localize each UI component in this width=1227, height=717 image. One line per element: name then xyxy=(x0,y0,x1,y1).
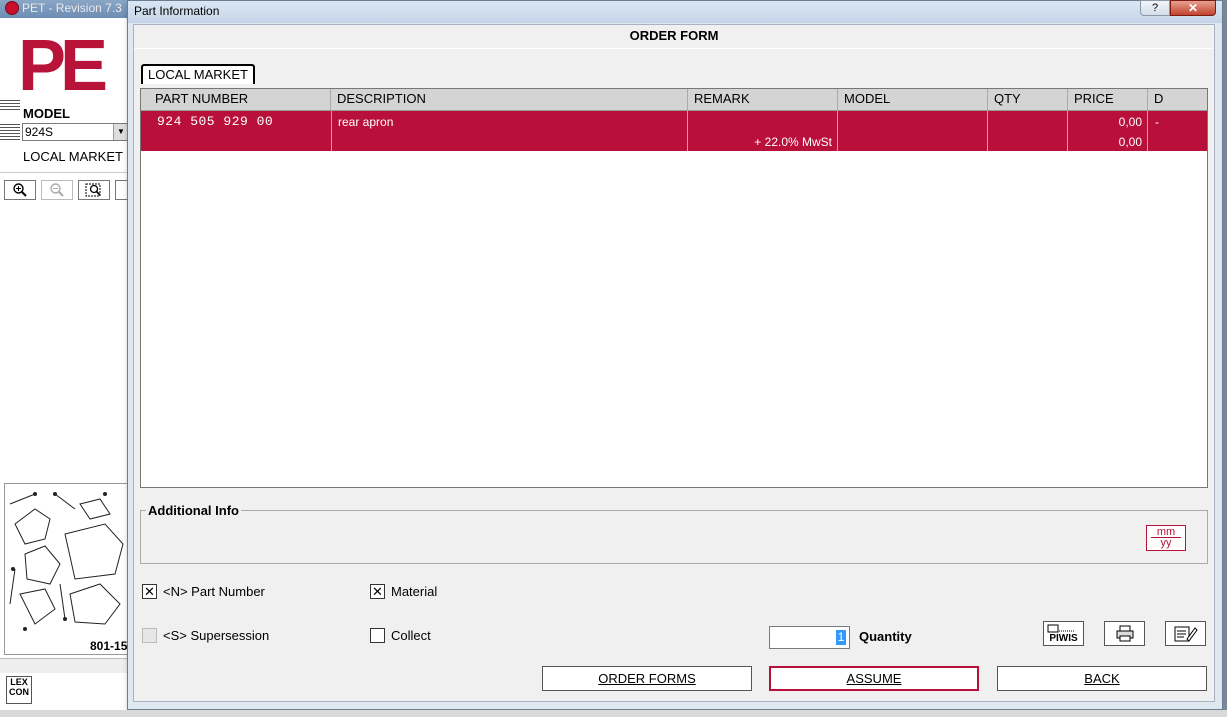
piwis-button[interactable]: PIWIS xyxy=(1043,621,1084,646)
supersession-checkbox-label[interactable]: <S> Supersession xyxy=(163,628,269,643)
divider xyxy=(1151,537,1181,538)
column-header-d[interactable]: D xyxy=(1148,89,1207,110)
part-number-checkbox[interactable]: ✕ xyxy=(142,584,157,599)
printer-icon xyxy=(1116,625,1133,642)
horizontal-scrollbar[interactable] xyxy=(0,658,128,673)
edit-form-button[interactable] xyxy=(1165,621,1206,646)
desktop-strip xyxy=(0,710,1227,717)
assume-button[interactable]: ASSUME xyxy=(769,666,979,691)
dialog-title: Part Information xyxy=(134,4,220,18)
quantity-label: Quantity xyxy=(859,629,912,644)
dialog-title-bar[interactable] xyxy=(128,1,1222,23)
cell-divider xyxy=(331,111,332,151)
supersession-checkbox[interactable] xyxy=(142,628,157,643)
close-icon: ✕ xyxy=(1187,1,1199,15)
additional-info-group xyxy=(140,510,1208,564)
table-row[interactable] xyxy=(141,111,1207,151)
additional-info-label: Additional Info xyxy=(146,503,241,518)
order-forms-button[interactable]: ORDER FORMS xyxy=(542,666,752,691)
material-checkbox-label[interactable]: Material xyxy=(391,584,437,599)
edit-form-icon xyxy=(1174,626,1198,642)
lexcon-icon[interactable]: LEX CON xyxy=(6,676,32,704)
zoom-window-icon xyxy=(85,183,101,197)
exploded-view-drawing xyxy=(9,492,124,631)
drawing-number-label: 801-15 xyxy=(90,639,128,653)
app-icon xyxy=(5,1,19,15)
assume-button-label: ASSUME xyxy=(846,671,902,686)
material-checkbox[interactable]: ✕ xyxy=(370,584,385,599)
background-app-title: PET - Revision 7.3 xyxy=(22,1,122,15)
decorative-lines xyxy=(0,124,20,140)
zoom-out-button[interactable] xyxy=(41,180,73,200)
back-button[interactable]: BACK xyxy=(997,666,1207,691)
collect-checkbox[interactable] xyxy=(370,628,385,643)
close-button[interactable]: ✕ xyxy=(1170,0,1216,16)
print-button[interactable] xyxy=(1104,621,1145,646)
zoom-in-button[interactable] xyxy=(4,180,36,200)
window-edge xyxy=(1223,0,1227,717)
cell-price: 0,00 xyxy=(1118,115,1142,129)
part-number-checkbox-label[interactable]: <N> Part Number xyxy=(163,584,265,599)
cell-divider xyxy=(837,111,838,151)
column-header-description[interactable]: DESCRIPTION xyxy=(331,89,688,110)
column-header-remark[interactable]: REMARK xyxy=(688,89,838,110)
column-header-part-number[interactable]: PART NUMBER xyxy=(141,89,331,110)
collect-checkbox-label[interactable]: Collect xyxy=(391,628,431,643)
chevron-down-icon[interactable]: ▼ xyxy=(113,124,128,140)
decorative-lines xyxy=(0,100,20,110)
cell-divider xyxy=(987,111,988,151)
cell-part-number: 924 505 929 00 xyxy=(157,114,274,129)
pet-logo: PE xyxy=(18,26,108,106)
zoom-in-icon xyxy=(13,183,27,197)
cell-remark: + 22.0% MwSt xyxy=(754,135,832,149)
form-title: ORDER FORM xyxy=(629,28,719,43)
zoom-out-icon xyxy=(50,183,64,197)
local-market-label: LOCAL MARKET xyxy=(23,149,123,164)
column-header-qty[interactable]: QTY xyxy=(988,89,1068,110)
order-forms-button-label: ORDER FORMS xyxy=(598,671,696,686)
parts-drawing-thumbnail[interactable] xyxy=(4,483,128,655)
quantity-value[interactable]: 1 xyxy=(836,630,846,645)
back-button-label: BACK xyxy=(1084,671,1120,686)
date-format-button[interactable]: mm yy xyxy=(1146,525,1186,551)
cell-price-total: 0,00 xyxy=(1118,135,1142,149)
cell-divider xyxy=(1147,111,1148,151)
piwis-label: PIWIS xyxy=(1049,633,1078,644)
cell-d: - xyxy=(1155,115,1159,129)
help-button[interactable]: ? xyxy=(1140,0,1170,16)
divider xyxy=(134,48,1214,49)
tab-local-market[interactable]: LOCAL MARKET xyxy=(141,64,255,84)
cell-description: rear apron xyxy=(338,115,394,129)
model-label: MODEL xyxy=(23,106,70,121)
column-header-price[interactable]: PRICE xyxy=(1068,89,1148,110)
zoom-window-button[interactable] xyxy=(78,180,110,200)
date-format-yy: yy xyxy=(1160,537,1172,549)
column-header-model[interactable]: MODEL xyxy=(838,89,988,110)
